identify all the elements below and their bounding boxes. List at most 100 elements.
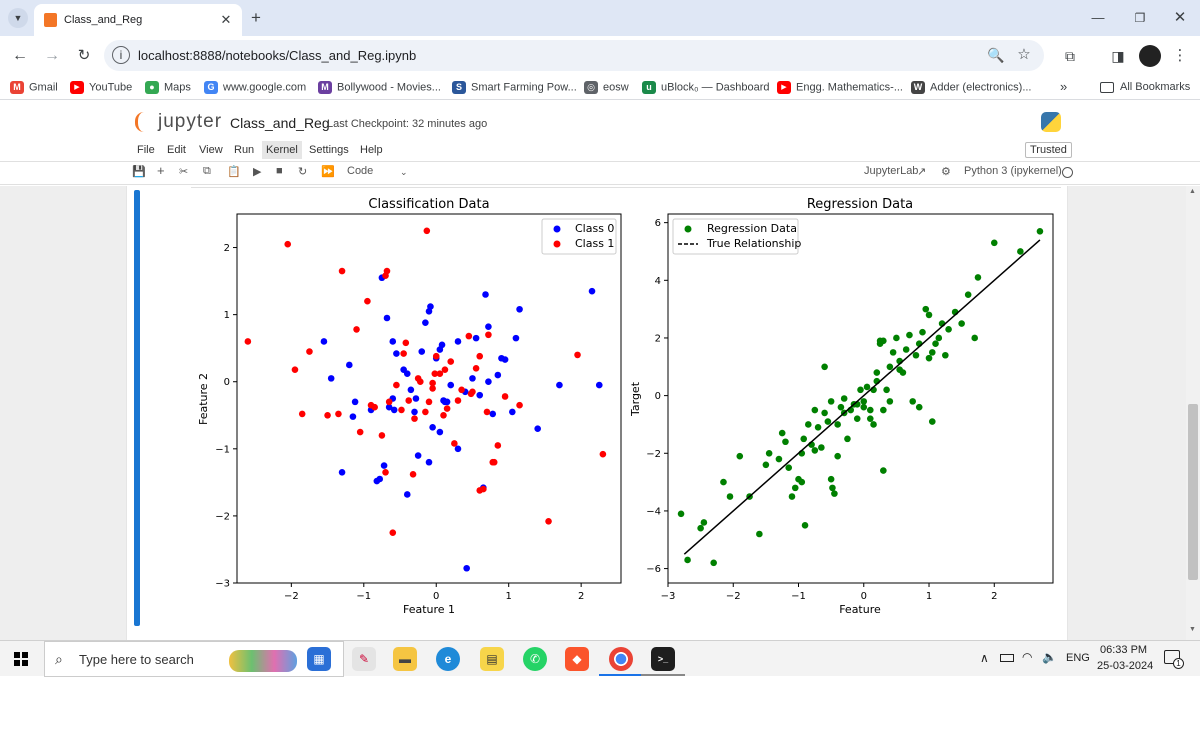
scroll-up-icon[interactable]: ▲ — [1189, 188, 1196, 195]
run-icon[interactable]: ▶ — [253, 165, 261, 178]
profile-avatar[interactable] — [1139, 45, 1161, 67]
url-text[interactable]: localhost:8888/notebooks/Class_and_Reg.i… — [138, 48, 416, 63]
classification-data-point — [463, 564, 470, 572]
microsoft-store-icon[interactable]: ▦ — [307, 647, 331, 671]
classification-legend: Class 0 Class 1 — [541, 218, 617, 255]
stop-icon[interactable]: ■ — [276, 165, 283, 177]
regression-data-point — [880, 467, 887, 474]
paste-icon[interactable]: 📋 — [227, 165, 241, 178]
site-info-icon[interactable]: i — [112, 46, 130, 64]
notebook-toolbar: 💾 + ✂ ⧉ 📋 ▶ ■ ↻ ⏩ Code ⌄ JupyterLab ↗ ⚙ … — [0, 162, 1200, 185]
classification-xtick-label: 1 — [506, 591, 512, 602]
volume-icon[interactable]: 🔈 — [1042, 650, 1057, 664]
close-window-icon[interactable]: ✕ — [1170, 8, 1190, 28]
sticky-notes-icon[interactable]: ▤ — [480, 647, 504, 671]
terminal-active-indicator — [641, 674, 685, 676]
jupyter-logo-text[interactable]: jupyter — [158, 111, 222, 133]
chrome-icon[interactable] — [609, 647, 633, 671]
kernel-name[interactable]: Python 3 (ipykernel) — [964, 165, 1062, 177]
menu-view[interactable]: View — [199, 144, 223, 156]
clock-date[interactable]: 25-03-2024 — [1097, 660, 1153, 672]
menu-settings[interactable]: Settings — [309, 144, 349, 156]
new-tab-icon[interactable]: + — [246, 8, 266, 28]
menu-file[interactable]: File — [137, 144, 155, 156]
terminal-icon[interactable]: >_ — [651, 647, 675, 671]
minimize-icon[interactable]: — — [1088, 8, 1108, 28]
browser-menu-icon[interactable]: ⋮ — [1170, 46, 1190, 66]
add-cell-icon[interactable]: + — [157, 163, 165, 178]
bookmark-smart-farming[interactable]: S Smart Farming Pow... — [452, 81, 577, 94]
classification-ytick-label: 1 — [224, 310, 230, 321]
regression-data-point — [778, 429, 786, 437]
classification-data-point — [382, 469, 389, 476]
trusted-badge[interactable]: Trusted — [1025, 142, 1072, 158]
back-icon[interactable]: ← — [10, 46, 30, 66]
classification-data-point — [443, 405, 451, 412]
menu-edit[interactable]: Edit — [167, 144, 186, 156]
battery-icon[interactable] — [1000, 654, 1014, 662]
legend-marker-class-0 — [553, 225, 561, 233]
notebook-name[interactable]: Class_and_Reg — [230, 115, 330, 131]
menu-help[interactable]: Help — [360, 144, 383, 156]
file-explorer-icon[interactable]: ▬ — [393, 647, 417, 671]
cell-type-select[interactable]: Code — [347, 165, 373, 177]
wifi-icon[interactable]: ◠ — [1022, 650, 1032, 664]
edge-icon[interactable]: e — [436, 647, 460, 671]
copy-icon[interactable]: ⧉ — [203, 165, 211, 178]
regression-data-point — [762, 461, 770, 469]
regression-data-point — [925, 311, 933, 319]
more-bookmarks-button[interactable]: » — [1060, 79, 1067, 94]
all-bookmarks-button[interactable]: All Bookmarks — [1100, 81, 1190, 93]
reload-icon[interactable]: ↻ — [74, 46, 94, 66]
gear-icon[interactable]: ⚙ — [941, 165, 951, 178]
regression-data-point — [827, 398, 835, 405]
bookmark-adder[interactable]: W Adder (electronics)... — [911, 81, 1031, 94]
tab-search-dropdown-icon[interactable]: ▼ — [8, 8, 28, 28]
bookmark-ublock[interactable]: u uBlock₀ — Dashboard — [642, 81, 770, 94]
cut-icon[interactable]: ✂ — [179, 165, 188, 178]
menu-kernel[interactable]: Kernel — [262, 141, 302, 159]
forward-icon[interactable]: → — [42, 46, 62, 66]
classification-data-point — [425, 398, 433, 406]
language-indicator[interactable]: ENG — [1066, 652, 1090, 664]
bookmark-youtube[interactable]: ▶ YouTube — [70, 81, 132, 94]
bookmark-bollywood[interactable]: M Bollywood - Movies... — [318, 81, 441, 94]
regression-data-point — [919, 328, 926, 336]
restore-icon[interactable]: ❐ — [1130, 8, 1150, 28]
zoom-icon[interactable]: 🔍 — [986, 45, 1006, 65]
restart-icon[interactable]: ↻ — [298, 165, 307, 178]
jupyterlab-link[interactable]: JupyterLab — [864, 165, 918, 177]
bookmark-engg-math[interactable]: ▶ Engg. Mathematics-... — [777, 81, 903, 94]
classification-data-point — [422, 408, 429, 416]
scroll-down-icon[interactable]: ▼ — [1189, 626, 1196, 633]
windows-start-icon[interactable] — [14, 652, 28, 666]
show-hidden-icons-icon[interactable]: ∧ — [980, 651, 989, 665]
regression-data-point — [880, 337, 887, 345]
classification-ytick-label: −3 — [215, 579, 230, 590]
chevron-down-icon[interactable]: ⌄ — [400, 167, 408, 178]
browser-tab[interactable]: Class_and_Reg ✕ — [34, 4, 242, 36]
bookmark-google[interactable]: Gwww.google.com — [204, 81, 306, 94]
jupyter-logo-icon[interactable] — [135, 112, 151, 132]
menu-run[interactable]: Run — [234, 144, 254, 156]
extensions-icon[interactable]: ⧉ — [1060, 46, 1080, 66]
scrollbar-thumb[interactable] — [1188, 404, 1198, 580]
restart-run-all-icon[interactable]: ⏩ — [321, 165, 335, 178]
close-tab-icon[interactable]: ✕ — [216, 10, 236, 30]
taskbar-search-box[interactable]: ⌕ Type here to search — [44, 641, 344, 677]
bookmark-eosw[interactable]: ◎ eosw — [584, 81, 629, 94]
bookmark-gmail[interactable]: M Gmail — [10, 81, 58, 94]
address-bar[interactable]: i localhost:8888/notebooks/Class_and_Reg… — [104, 40, 1044, 71]
whatsapp-icon[interactable]: ✆ — [523, 647, 547, 671]
clock-time[interactable]: 06:33 PM — [1100, 644, 1147, 656]
brave-icon[interactable]: ◆ — [565, 647, 589, 671]
classification-xtick-label: 2 — [578, 591, 584, 602]
notebook-scrollbar[interactable]: ▲ ▼ — [1186, 186, 1200, 640]
bookmark-maps[interactable]: ● Maps — [145, 81, 191, 94]
bookmark-label: Adder (electronics)... — [930, 81, 1032, 94]
save-icon[interactable]: 💾 — [132, 165, 146, 178]
paint-icon[interactable]: ✎ — [352, 647, 376, 671]
notebook-panel: Classification Data Feature 1 Feature 2 … — [126, 186, 1068, 640]
bookmark-star-icon[interactable]: ☆ — [1014, 45, 1034, 65]
side-panel-icon[interactable]: ◨ — [1108, 46, 1128, 66]
